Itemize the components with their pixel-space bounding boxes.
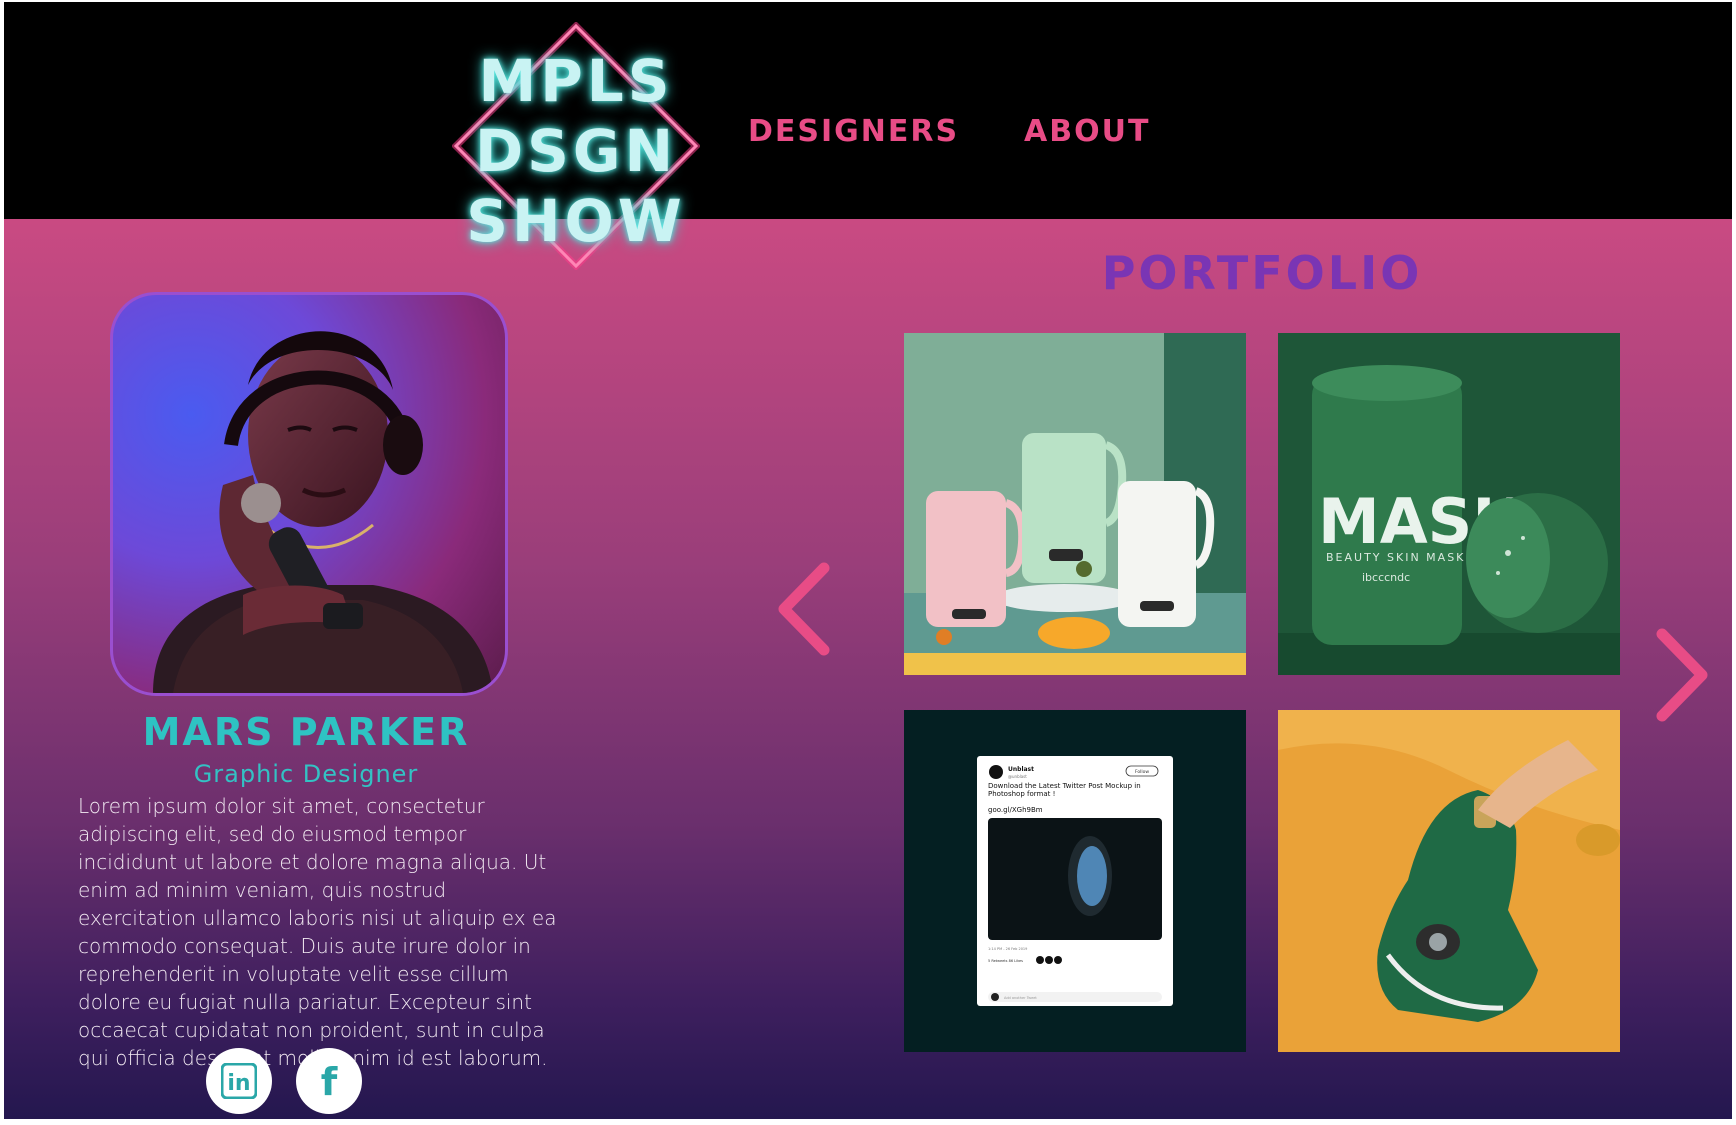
tweet-time: 1:14 PM - 26 Feb 2019 — [988, 947, 1027, 951]
tweet-user: Unblast — [1008, 766, 1034, 773]
chevron-right-icon — [1656, 628, 1708, 722]
tweet-text: Download the Latest Twitter Post Mockup … — [988, 782, 1141, 798]
tweet-reply-placeholder: Add another Tweet — [1004, 996, 1037, 1000]
portfolio-title: PORTFOLIO — [1101, 246, 1423, 300]
linkedin-icon: in — [221, 1063, 257, 1099]
linkedin-link[interactable]: in — [206, 1048, 272, 1114]
header: DESIGNERS ABOUT — [4, 2, 1732, 219]
page: DESIGNERS ABOUT MPLS DSGN SHOW PORTFOLIO — [4, 2, 1732, 1119]
linkedin-label: in — [227, 1071, 250, 1096]
designer-profile-photo — [110, 292, 508, 696]
designer-role: Graphic Designer — [193, 760, 419, 788]
tweet-handle: @unblast — [1008, 774, 1027, 779]
mask-product-sublabel: BEAUTY SKIN MASK — [1326, 551, 1465, 564]
nav-designers[interactable]: DESIGNERS — [748, 114, 959, 149]
tweet-follow-button: Follow — [1135, 769, 1149, 775]
portfolio-tile-steam-iron[interactable] — [1278, 710, 1620, 1052]
carousel-next-button[interactable] — [1654, 626, 1712, 728]
site-logo[interactable]: MPLS DSGN SHOW — [452, 22, 700, 270]
logo-line-3: SHOW — [466, 187, 686, 255]
designer-name: MARS PARKER — [142, 710, 470, 754]
nav-about[interactable]: ABOUT — [1024, 114, 1150, 149]
tweet-stats: 5 Retweets 86 Likes — [988, 959, 1023, 963]
portfolio-tile-kettles[interactable] — [904, 333, 1246, 675]
facebook-icon: f — [321, 1061, 338, 1101]
mask-product-brand: ibcccndc — [1362, 571, 1410, 584]
portfolio-tile-mask[interactable]: MASK BEAUTY SKIN MASK ibcccndc — [1278, 333, 1620, 675]
logo-line-2: DSGN — [474, 117, 678, 185]
carousel-prev-button[interactable] — [774, 560, 832, 662]
portfolio-tile-tweet-mockup[interactable]: Unblast @unblast Follow Download the Lat… — [904, 710, 1246, 1052]
facebook-link[interactable]: f — [296, 1048, 362, 1114]
logo-line-1: MPLS — [478, 47, 674, 115]
facebook-label: f — [321, 1061, 338, 1101]
designer-bio: Lorem ipsum dolor sit amet, consectetur … — [78, 794, 557, 1070]
tweet-link: goo.gl/XGh9Bm — [988, 806, 1043, 814]
chevron-left-icon — [778, 562, 830, 656]
